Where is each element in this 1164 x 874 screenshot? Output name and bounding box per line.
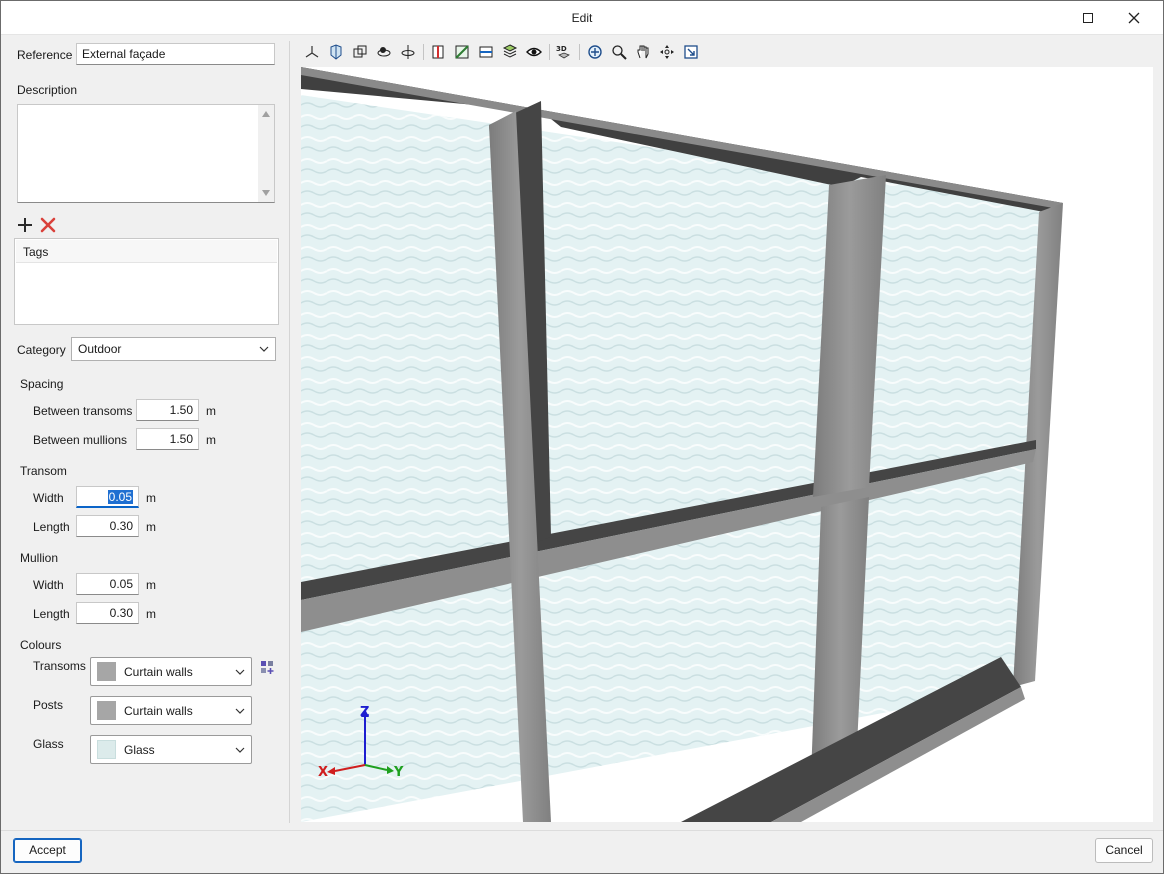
3d-viewport[interactable]: Z X Y — [301, 67, 1153, 822]
chevron-down-icon — [235, 747, 245, 753]
toolbar-separator — [549, 44, 550, 60]
transoms-colour-select[interactable]: Curtain walls — [90, 657, 252, 686]
3d-view-label: 3D — [556, 45, 567, 53]
mullion-width-unit: m — [146, 578, 156, 592]
scroll-down-icon[interactable] — [262, 190, 270, 196]
move-icon[interactable] — [656, 41, 678, 63]
between-mullions-unit: m — [206, 433, 216, 447]
accept-button[interactable]: Accept — [13, 838, 82, 863]
transom-width-label: Width — [33, 491, 64, 505]
between-mullions-label: Between mullions — [33, 433, 128, 447]
transom-length-input[interactable]: 0.30 — [76, 515, 139, 537]
maximize-button[interactable] — [1065, 1, 1111, 35]
chevron-down-icon — [235, 708, 245, 714]
mullion-length-input[interactable]: 0.30 — [76, 602, 139, 624]
chevron-down-icon — [235, 669, 245, 675]
toolbar-separator — [579, 44, 580, 60]
wireframe-view-icon[interactable] — [349, 41, 371, 63]
orbit-icon[interactable] — [373, 41, 395, 63]
export-view-icon[interactable] — [680, 41, 702, 63]
chevron-down-icon — [259, 346, 269, 352]
description-label: Description — [17, 83, 78, 97]
add-tag-button[interactable] — [16, 216, 34, 234]
axes-icon[interactable] — [301, 41, 323, 63]
transom-length-unit: m — [146, 520, 156, 534]
transoms-colour-swatch — [97, 662, 116, 681]
cancel-button[interactable]: Cancel — [1095, 838, 1153, 863]
transom-width-unit: m — [146, 491, 156, 505]
mullion-width-label: Width — [33, 578, 64, 592]
3d-view-icon[interactable]: 3D — [553, 41, 575, 63]
remove-tag-button[interactable] — [39, 216, 57, 234]
mullion-heading: Mullion — [20, 551, 59, 565]
posts-colour-swatch — [97, 701, 116, 720]
glass-colour-select[interactable]: Glass — [90, 735, 252, 764]
section-y-icon[interactable] — [451, 41, 473, 63]
posts-colour-label: Posts — [33, 698, 64, 712]
title-bar: Edit — [1, 1, 1163, 35]
between-transoms-unit: m — [206, 404, 216, 418]
colours-heading: Colours — [20, 638, 62, 652]
shaded-view-icon[interactable] — [325, 41, 347, 63]
close-button[interactable] — [1111, 1, 1157, 35]
zoom-window-icon[interactable] — [608, 41, 630, 63]
description-scrollbar[interactable] — [258, 105, 274, 202]
transoms-colour-value: Curtain walls — [124, 665, 193, 679]
rotate-axis-icon[interactable] — [397, 41, 419, 63]
between-transoms-input[interactable]: 1.50 — [136, 399, 199, 421]
close-icon — [1128, 12, 1140, 24]
colour-library-icon — [260, 660, 273, 674]
reference-label: Reference — [17, 48, 73, 62]
mullion-width-input[interactable]: 0.05 — [76, 573, 139, 595]
dialog-button-bar: Accept Cancel — [1, 830, 1163, 873]
visibility-eye-icon[interactable] — [523, 41, 545, 63]
category-select[interactable]: Outdoor — [71, 337, 276, 361]
glass-colour-value: Glass — [124, 743, 155, 757]
zoom-all-icon[interactable] — [584, 41, 606, 63]
plus-icon — [18, 218, 32, 232]
posts-colour-value: Curtain walls — [124, 704, 193, 718]
transom-width-input[interactable]: 0.05 — [76, 486, 139, 508]
category-label: Category — [17, 343, 66, 357]
tags-list[interactable]: Tags — [14, 238, 279, 325]
transoms-colour-label: Transoms — [33, 659, 86, 673]
transom-heading: Transom — [20, 464, 67, 478]
colour-library-button[interactable] — [258, 658, 276, 676]
layers-icon[interactable] — [499, 41, 521, 63]
y-axis-label: Y — [393, 765, 404, 780]
window-title: Edit — [571, 11, 593, 25]
maximize-icon — [1083, 13, 1093, 23]
posts-colour-select[interactable]: Curtain walls — [90, 696, 252, 725]
z-axis-label: Z — [360, 705, 369, 720]
scroll-up-icon[interactable] — [262, 111, 270, 117]
edit-dialog: Edit Reference External façade Descripti… — [0, 0, 1164, 874]
glass-colour-label: Glass — [33, 737, 64, 751]
reference-input[interactable]: External façade — [76, 43, 275, 65]
mullion-length-unit: m — [146, 607, 156, 621]
section-z-icon[interactable] — [475, 41, 497, 63]
pan-hand-icon[interactable] — [632, 41, 654, 63]
section-x-icon[interactable] — [427, 41, 449, 63]
mullion-length-label: Length — [33, 607, 70, 621]
toolbar-separator — [423, 44, 424, 60]
transom-width-value: 0.05 — [107, 490, 133, 504]
curtain-wall-3d-view: Z X Y — [301, 67, 1063, 822]
spacing-heading: Spacing — [20, 377, 64, 391]
panel-divider — [289, 41, 290, 823]
transom-length-label: Length — [33, 520, 70, 534]
description-textarea[interactable] — [17, 104, 275, 203]
category-value: Outdoor — [78, 342, 122, 356]
glass-colour-swatch — [97, 740, 116, 759]
tags-column-header: Tags — [16, 240, 277, 263]
delete-x-icon — [40, 217, 56, 233]
between-mullions-input[interactable]: 1.50 — [136, 428, 199, 450]
x-axis-label: X — [318, 765, 328, 780]
between-transoms-label: Between transoms — [33, 404, 133, 418]
